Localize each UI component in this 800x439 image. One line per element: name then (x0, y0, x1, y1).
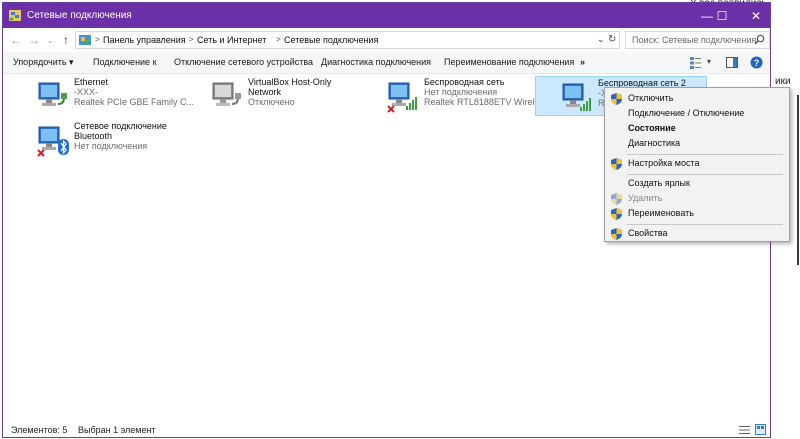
view-dropdown-icon[interactable]: ▾ (707, 57, 711, 66)
change-view-icon[interactable] (690, 57, 703, 69)
connection-status: -XXX- (74, 87, 99, 97)
menu-separator (627, 154, 783, 155)
connection-adapter: Realtek RTL8188ETV Wirele... (424, 97, 547, 107)
menu-item-rename[interactable]: Переименовать (605, 206, 789, 221)
forward-arrow-icon[interactable]: → (27, 32, 41, 48)
menu-item-connect-disconnect[interactable]: Подключение / Отключение (605, 106, 789, 121)
connection-adapter: Отключено (248, 97, 295, 107)
menu-item-label: Диагностика (628, 138, 681, 148)
uac-shield-icon (611, 158, 622, 170)
uac-shield-icon (611, 228, 622, 240)
context-menu: Отключить Подключение / Отключение Состо… (604, 87, 790, 242)
breadcrumb-network-internet[interactable]: Сеть и Интернет (197, 35, 266, 45)
connection-status: Network (248, 87, 282, 97)
more-commands-button[interactable]: » (580, 57, 585, 67)
recent-dropdown-icon[interactable]: ⌄ (43, 32, 57, 48)
uac-shield-icon (611, 93, 622, 105)
menu-item-disable[interactable]: Отключить (605, 91, 789, 106)
selection-count: Выбран 1 элемент (78, 425, 156, 435)
up-arrow-icon[interactable]: ↑ (59, 32, 73, 48)
back-arrow-icon[interactable]: ← (9, 32, 23, 48)
menu-separator (627, 174, 783, 175)
disable-device-button[interactable]: Отключение сетевого устройства (174, 57, 313, 67)
menu-item-bridge[interactable]: Настройка моста (605, 156, 789, 171)
address-field[interactable]: > Панель управления > Сеть и Интернет > … (75, 31, 620, 49)
search-placeholder: Поиск: Сетевые подключения (632, 35, 757, 45)
menu-item-label: Удалить (628, 193, 663, 203)
address-bar: ← → ⌄ ↑ > Панель управления > Сеть и Инт… (3, 28, 770, 52)
svg-text:?: ? (754, 58, 760, 68)
breadcrumb-separator-icon: > (189, 35, 194, 44)
connection-adapter: Нет подключения (74, 141, 148, 151)
menu-item-create-shortcut[interactable]: Создать ярлык (605, 176, 789, 191)
help-icon[interactable]: ? (750, 56, 763, 69)
search-icon (754, 34, 765, 45)
virtual-network-icon (212, 82, 241, 106)
address-dropdown-icon[interactable]: ⌄ (597, 34, 605, 45)
connection-name: Ethernet (74, 77, 109, 87)
connection-name: Беспроводная сеть (424, 77, 505, 87)
menu-item-status[interactable]: Состояние (605, 121, 789, 136)
status-bar: Элементов: 5 Выбран 1 элемент (3, 423, 770, 437)
menu-item-label: Подключение / Отключение (628, 108, 745, 118)
wired-network-icon (38, 82, 67, 106)
search-input[interactable]: Поиск: Сетевые подключения (625, 31, 770, 49)
item-count: Элементов: 5 (11, 425, 68, 435)
connection-bluetooth[interactable]: Сетевое подключение Bluetooth Нет подклю… (36, 120, 196, 160)
network-folder-icon (9, 10, 21, 21)
window-title: Сетевые подключения (27, 10, 132, 21)
menu-item-label: Свойства (628, 228, 668, 238)
breadcrumb-separator-icon: > (276, 35, 281, 44)
connection-status: Bluetooth (74, 131, 113, 141)
connection-adapter: Realtek PCIe GBE Family C... (74, 97, 195, 107)
close-button[interactable]: ✕ (736, 3, 776, 28)
connection-name: VirtualBox Host-Only (248, 77, 332, 87)
diagnose-button[interactable]: Диагностика подключения (321, 57, 431, 67)
connection-status: Нет подключения (424, 87, 498, 97)
command-bar: Упорядочить ▾ Подключение к Отключение с… (3, 52, 770, 74)
connection-wireless[interactable]: Беспроводная сеть Нет подключения Realte… (386, 76, 547, 116)
menu-item-properties[interactable]: Свойства (605, 226, 789, 241)
bluetooth-network-icon (37, 126, 69, 157)
background-divider (797, 95, 799, 265)
menu-item-label: Отключить (628, 93, 674, 103)
connection-ethernet[interactable]: Ethernet -XXX- Realtek PCIe GBE Family C… (36, 76, 194, 116)
menu-item-diagnostics[interactable]: Диагностика (605, 136, 789, 151)
menu-separator (627, 224, 783, 225)
menu-item-label: Создать ярлык (628, 178, 690, 188)
menu-item-label: Переименовать (628, 208, 694, 218)
uac-shield-icon (611, 193, 622, 205)
connection-name: Сетевое подключение (74, 121, 167, 131)
uac-shield-icon (611, 208, 622, 220)
menu-item-label: Настройка моста (628, 158, 700, 168)
refresh-icon[interactable]: ↻ (608, 34, 616, 45)
preview-pane-icon[interactable] (726, 57, 738, 68)
breadcrumb-control-panel[interactable]: Панель управления (103, 35, 186, 45)
wireless-network-icon (562, 83, 591, 111)
breadcrumb-separator-icon: > (95, 35, 100, 44)
breadcrumb-network-connections[interactable]: Сетевые подключения (284, 35, 378, 45)
rename-button[interactable]: Переименование подключения (444, 57, 574, 67)
title-bar[interactable]: Сетевые подключения — ☐ ✕ (3, 3, 770, 28)
menu-item-label: Состояние (628, 123, 676, 133)
details-view-icon[interactable] (739, 425, 750, 435)
wireless-network-icon (387, 82, 417, 113)
organize-button[interactable]: Упорядочить ▾ (13, 57, 74, 68)
connect-to-button[interactable]: Подключение к (93, 57, 157, 67)
menu-item-delete: Удалить (605, 191, 789, 206)
tiles-view-icon[interactable] (755, 424, 766, 435)
control-panel-icon (79, 35, 91, 45)
connection-virtualbox[interactable]: VirtualBox Host-Only Network Отключено (210, 76, 360, 116)
